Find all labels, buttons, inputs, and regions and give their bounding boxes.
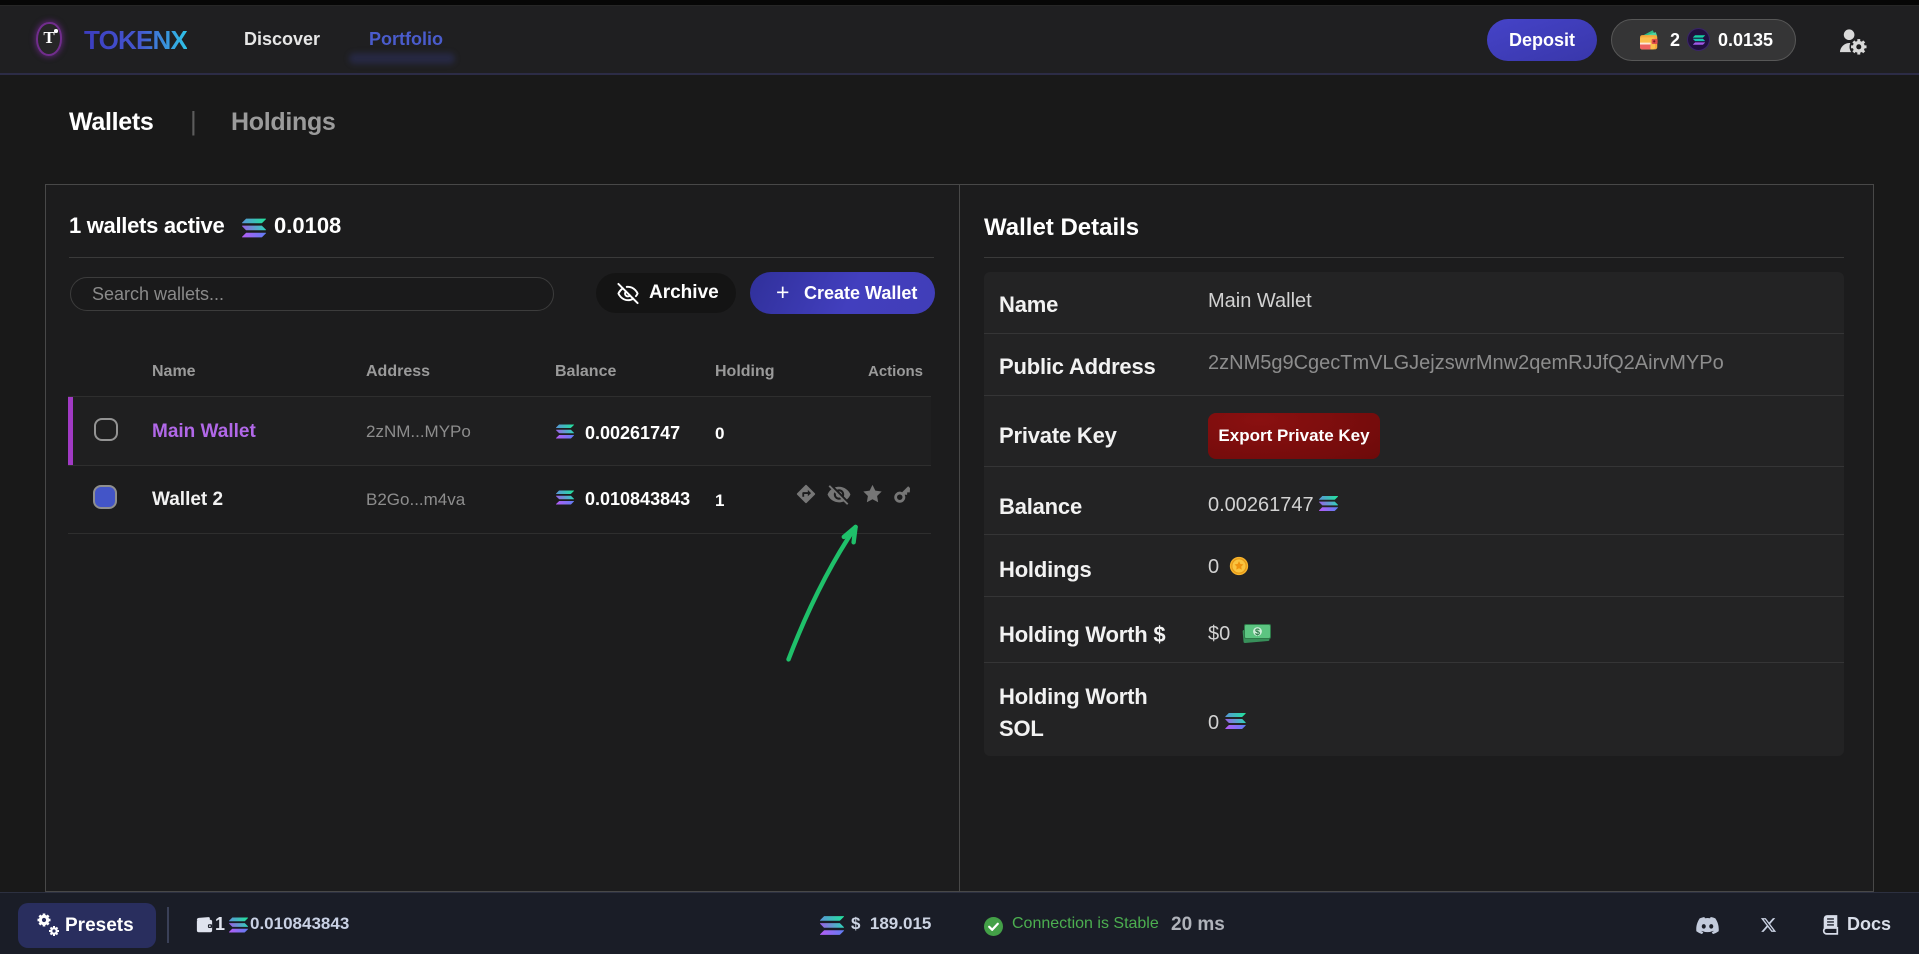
svg-text:$: $ [1255,627,1260,637]
